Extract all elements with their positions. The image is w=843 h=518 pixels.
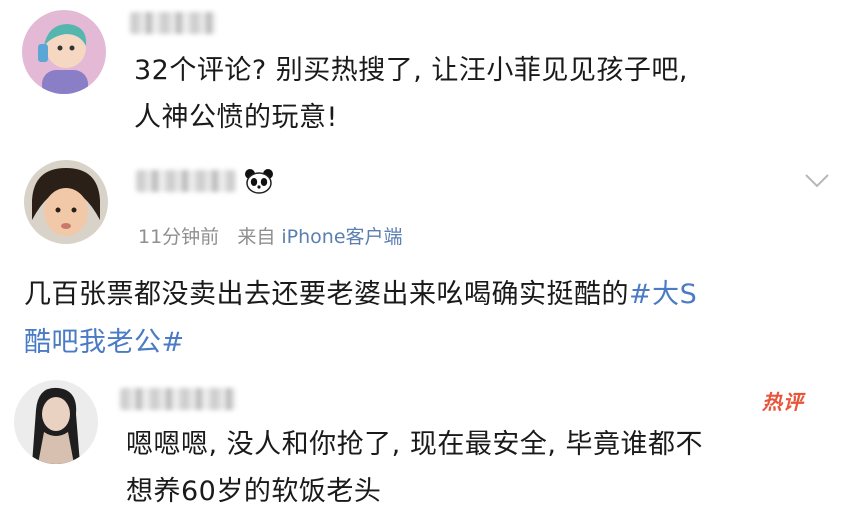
avatar-user3[interactable] [14,380,98,464]
hot-comment-badge: 热评 [762,390,804,414]
hashtag-link[interactable]: 酷吧我老公# [24,320,185,366]
panda-emoji-icon [245,169,273,194]
comment-text: 几百张票都没卖出去还要老婆出来吆喝确实挺酷的 [24,279,629,310]
cartoon-avatar-icon [22,10,106,94]
comment-text-line: 32个评论? 别买热搜了, 让汪小菲见见孩子吧, [134,55,689,86]
hashtag-link[interactable]: #大S [629,279,697,310]
username-blurred[interactable] [136,170,236,192]
source-client: iPhone客户端 [281,226,403,248]
comment-text-line: 想养60岁的软饭老头 [126,476,382,507]
source-prefix: 来自 [237,226,276,248]
comment-text-line: 人神公愤的玩意! [134,102,338,133]
portrait-avatar-icon [14,380,98,464]
avatar-user1[interactable] [22,10,106,94]
comment-text-line: 几百张票都没卖出去还要老婆出来吆喝确实挺酷的#大S [24,272,697,318]
comment-text-line: 嗯嗯嗯, 没人和你抢了, 现在最安全, 毕竟谁都不 [126,429,703,460]
child-photo-avatar-icon [24,160,108,244]
username-blurred[interactable] [120,388,236,410]
comment-meta: 11分钟前 来自 iPhone客户端 [138,222,403,249]
chevron-down-icon[interactable] [804,172,830,190]
username-blurred[interactable] [130,12,216,34]
timestamp: 11分钟前 [138,226,220,248]
avatar-user2[interactable] [24,160,108,244]
